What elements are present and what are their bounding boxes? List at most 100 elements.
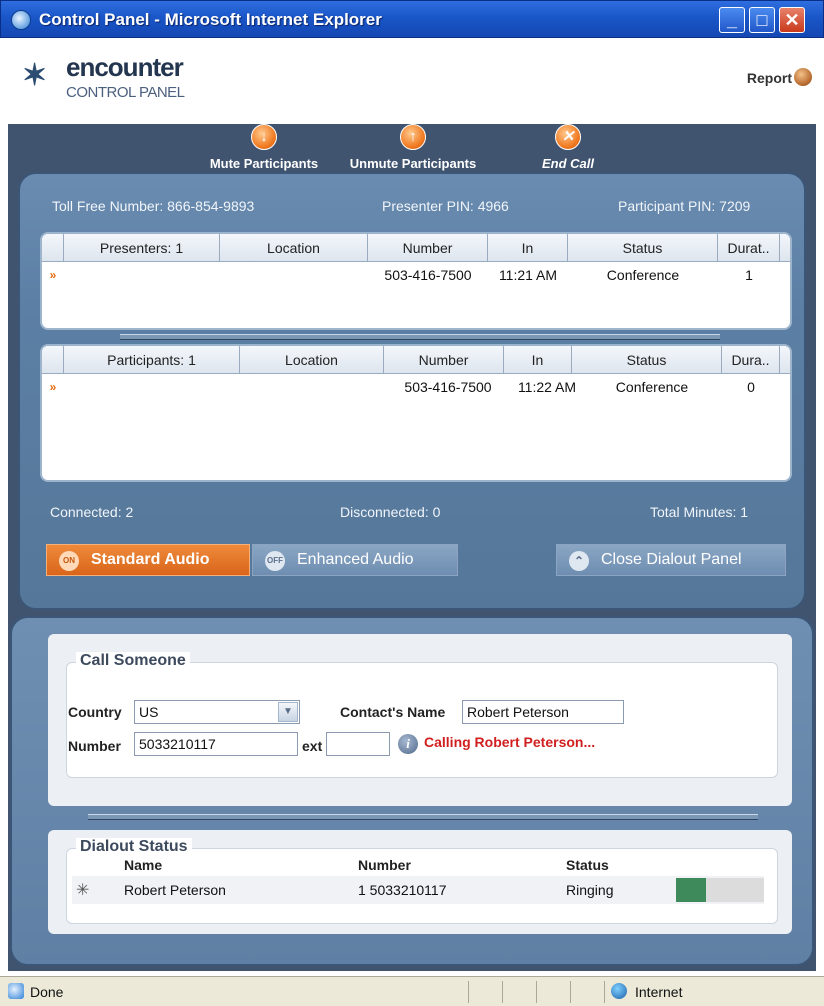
mute-participants-button[interactable]: ↓ Mute Participants [194, 124, 334, 176]
ext-label: ext [302, 738, 323, 754]
mute-icon: ↓ [251, 124, 277, 150]
browser-status-bar: Done Internet [0, 976, 824, 1006]
row-duration: 1 [745, 267, 753, 283]
end-call-icon: ✕ [555, 124, 581, 150]
col-number[interactable]: Number [368, 234, 488, 261]
country-label: Country [68, 704, 122, 720]
logo-icon: ✶ [22, 59, 48, 92]
col-duration[interactable]: Dura.. [722, 346, 780, 373]
dialout-legend: Dialout Status [76, 838, 192, 856]
call-someone-legend: Call Someone [76, 652, 190, 670]
ie-page-icon [8, 983, 24, 999]
splitter-handle[interactable] [120, 334, 720, 340]
col-location[interactable]: Location [220, 234, 368, 261]
number-label: Number [68, 738, 121, 754]
status-text: Done [30, 984, 64, 1000]
col-duration[interactable]: Durat.. [718, 234, 780, 261]
ie-icon [11, 10, 31, 30]
standard-audio-button[interactable]: ON Standard Audio [46, 544, 250, 576]
dialout-row-number: 1 5033210117 [358, 882, 447, 898]
status-segment [536, 981, 570, 1003]
dialout-row-name: Robert Peterson [124, 882, 226, 898]
unmute-label: Unmute Participants [349, 156, 477, 171]
report-link[interactable]: Report [747, 70, 792, 86]
col-presenters[interactable]: Presenters: 1 [64, 234, 220, 261]
unmute-icon: ↑ [400, 124, 426, 150]
col-participants[interactable]: Participants: 1 [64, 346, 240, 373]
globe-icon [611, 983, 627, 999]
dialout-col-name: Name [124, 857, 163, 873]
number-input[interactable]: 5033210117 [134, 732, 298, 756]
status-segment [570, 981, 604, 1003]
row-status: Conference [606, 267, 680, 283]
country-value: US [139, 704, 159, 720]
end-call-button[interactable]: ✕ End Call [528, 124, 608, 176]
col-status[interactable]: Status [568, 234, 718, 261]
participant-pin: Participant PIN: 7209 [618, 198, 751, 214]
close-dialout-label: Close Dialout Panel [601, 551, 742, 568]
splitter-handle[interactable] [88, 814, 758, 820]
enhanced-audio-button[interactable]: OFF Enhanced Audio [252, 544, 458, 576]
col-status[interactable]: Status [572, 346, 722, 373]
row-number: 503-416-7500 [384, 267, 472, 283]
row-location [240, 374, 384, 400]
window-titlebar: Control Panel - Microsoft Internet Explo… [0, 0, 824, 38]
enhanced-audio-label: Enhanced Audio [297, 551, 414, 568]
spinner-icon: ✳ [76, 882, 90, 899]
dialout-col-status: Status [566, 857, 609, 873]
row-location [220, 262, 368, 288]
info-icon: i [398, 734, 418, 754]
mute-label: Mute Participants [209, 156, 319, 171]
presenters-header: Presenters: 1 Location Number In Status … [42, 234, 790, 262]
minimize-button[interactable]: _ [719, 7, 745, 33]
row-arrow-icon: » [49, 268, 57, 282]
app-header: ✶ encounter CONTROL PANEL Report [8, 38, 816, 124]
zone-segment: Internet [604, 981, 794, 1003]
row-in: 11:22 AM [517, 379, 577, 395]
status-segment [468, 981, 502, 1003]
collapse-up-icon: ⌃ [569, 551, 589, 571]
close-window-button[interactable]: ✕ [779, 7, 805, 33]
contact-name-input[interactable]: Robert Peterson [462, 700, 624, 724]
row-duration: 0 [747, 379, 755, 395]
progress-fill [676, 878, 706, 902]
disconnected-count: Disconnected: 0 [340, 504, 441, 520]
toll-free-number: Toll Free Number: 866-854-9893 [52, 198, 255, 214]
report-icon[interactable] [794, 68, 812, 86]
col-location[interactable]: Location [240, 346, 384, 373]
connected-count: Connected: 2 [50, 504, 134, 520]
dialout-row[interactable]: ✳ Robert Peterson 1 5033210117 Ringing [72, 876, 764, 904]
maximize-button[interactable]: □ [749, 7, 775, 33]
col-in[interactable]: In [488, 234, 568, 261]
table-row[interactable]: » 503-416-7500 11:22 AM Conference 0 [42, 374, 790, 400]
conference-panel: Toll Free Number: 866-854-9893 Presenter… [18, 172, 806, 610]
close-dialout-panel-button[interactable]: ⌃ Close Dialout Panel [556, 544, 786, 576]
participants-grid: Participants: 1 Location Number In Statu… [40, 344, 792, 482]
main-frame: Toll Free Number: 866-854-9893 Presenter… [8, 172, 816, 971]
unmute-participants-button[interactable]: ↑ Unmute Participants [338, 124, 488, 176]
row-status: Conference [615, 379, 689, 395]
calling-status-message: Calling Robert Peterson... [424, 734, 596, 750]
total-minutes: Total Minutes: 1 [650, 504, 749, 520]
country-select[interactable]: US ▼ [134, 700, 300, 724]
end-call-label: End Call [541, 156, 594, 171]
col-number[interactable]: Number [384, 346, 504, 373]
row-arrow-icon: » [49, 380, 57, 394]
chevron-down-icon[interactable]: ▼ [278, 702, 298, 722]
call-toolbar: ↓ Mute Participants ↑ Unmute Participant… [8, 124, 816, 176]
dialout-panel: Call Someone Country US ▼ Contact's Name… [10, 616, 814, 966]
status-segment [502, 981, 536, 1003]
presenter-pin: Presenter PIN: 4966 [382, 198, 509, 214]
dialout-col-number: Number [358, 857, 411, 873]
window-title: Control Panel - Microsoft Internet Explo… [39, 10, 382, 29]
logo-word: encounter [66, 52, 184, 82]
table-row[interactable]: » 503-416-7500 11:21 AM Conference 1 [42, 262, 790, 288]
zone-text: Internet [635, 984, 683, 1000]
row-number: 503-416-7500 [404, 379, 492, 395]
off-badge-icon: OFF [265, 551, 285, 571]
contact-name-label: Contact's Name [340, 704, 446, 720]
col-in[interactable]: In [504, 346, 572, 373]
row-in: 11:21 AM [498, 267, 558, 283]
ext-input[interactable] [326, 732, 390, 756]
dialout-row-status: Ringing [566, 882, 614, 898]
